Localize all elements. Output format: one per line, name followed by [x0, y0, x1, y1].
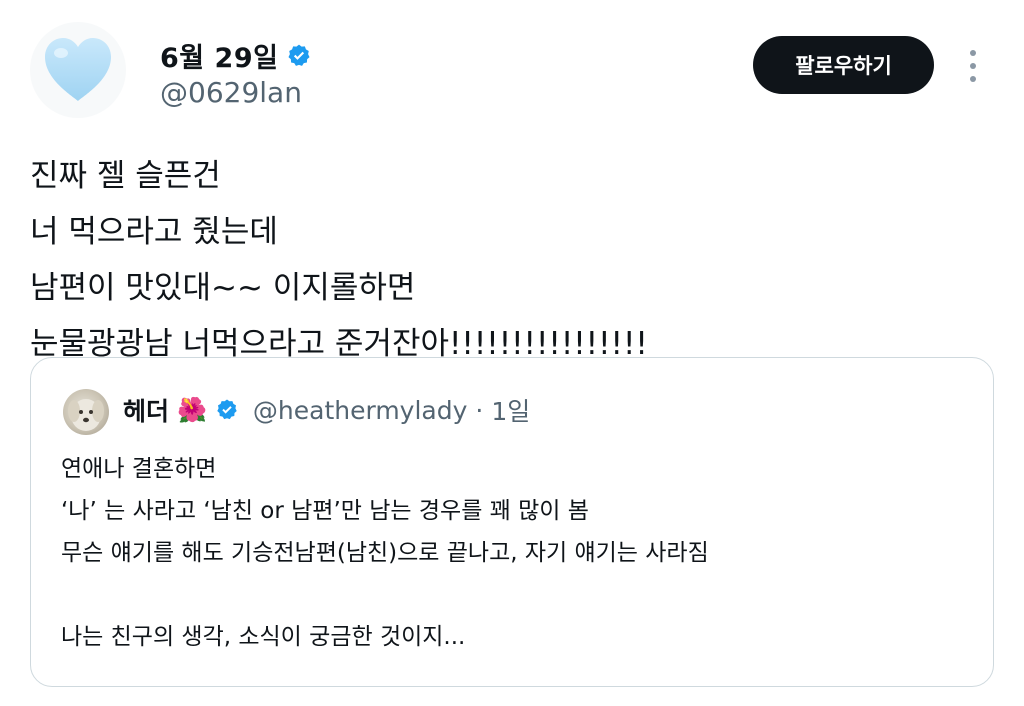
author-handle[interactable]: @0629lan [160, 76, 302, 109]
author-name-row: 6월 29일 [160, 36, 312, 75]
quoted-tweet-text: 연애나 결혼하면 ‘나’ 는 사라고 ‘남친 or 남편’만 남는 경우를 꽤 … [61, 448, 971, 658]
tweet-line: 남편이 맛있대~~ 이지롤하면 [30, 270, 416, 306]
quoted-line: 연애나 결혼하면 [61, 456, 217, 482]
more-dot [970, 63, 976, 69]
hibiscus-icon: 🌺 [177, 396, 207, 424]
more-dot [970, 50, 976, 56]
quoted-tweet-card[interactable]: 헤더 🌺 @heathermylady · 1일 연애나 결혼하면 ‘나’ 는 … [30, 357, 994, 687]
quoted-tweet-header: 헤더 🌺 @heathermylady · 1일 [123, 392, 530, 428]
quoted-handle: @heathermylady [252, 395, 468, 425]
author-display-name[interactable]: 6월 29일 [160, 36, 278, 75]
quoted-line: 무슨 얘기를 해도 기승전남편(남친)으로 끝나고, 자기 얘기는 사라짐 [61, 540, 709, 566]
dog-avatar-icon [68, 399, 104, 431]
quoted-line: 나는 친구의 생각, 소식이 궁금한 것이지... [61, 624, 466, 650]
quoted-line: ‘나’ 는 사라고 ‘남친 or 남편’만 남는 경우를 꽤 많이 봄 [61, 498, 589, 524]
quoted-author-avatar [63, 389, 109, 435]
tweet-line: 진짜 젤 슬픈건 [30, 158, 221, 194]
quoted-display-name: 헤더 [123, 397, 170, 426]
tweet-page: 6월 29일 @0629lan 팔로우하기 진짜 젤 슬픈건 너 먹으라고 줬는… [0, 0, 1024, 706]
verified-badge-icon [217, 399, 237, 420]
more-vertical-icon[interactable] [958, 46, 988, 86]
author-avatar[interactable] [30, 22, 126, 118]
light-blue-heart-icon [45, 38, 111, 101]
tweet-line: 너 먹으라고 줬는데 [30, 214, 278, 250]
more-dot [970, 76, 976, 82]
follow-button[interactable]: 팔로우하기 [753, 36, 934, 94]
quoted-timestamp: 1일 [491, 397, 531, 426]
quoted-line [61, 574, 971, 616]
verified-badge-icon [288, 44, 310, 66]
separator-dot: · [475, 395, 484, 425]
tweet-text: 진짜 젤 슬픈건 너 먹으라고 줬는데 남편이 맛있대~~ 이지롤하면 눈물광광… [30, 148, 990, 372]
